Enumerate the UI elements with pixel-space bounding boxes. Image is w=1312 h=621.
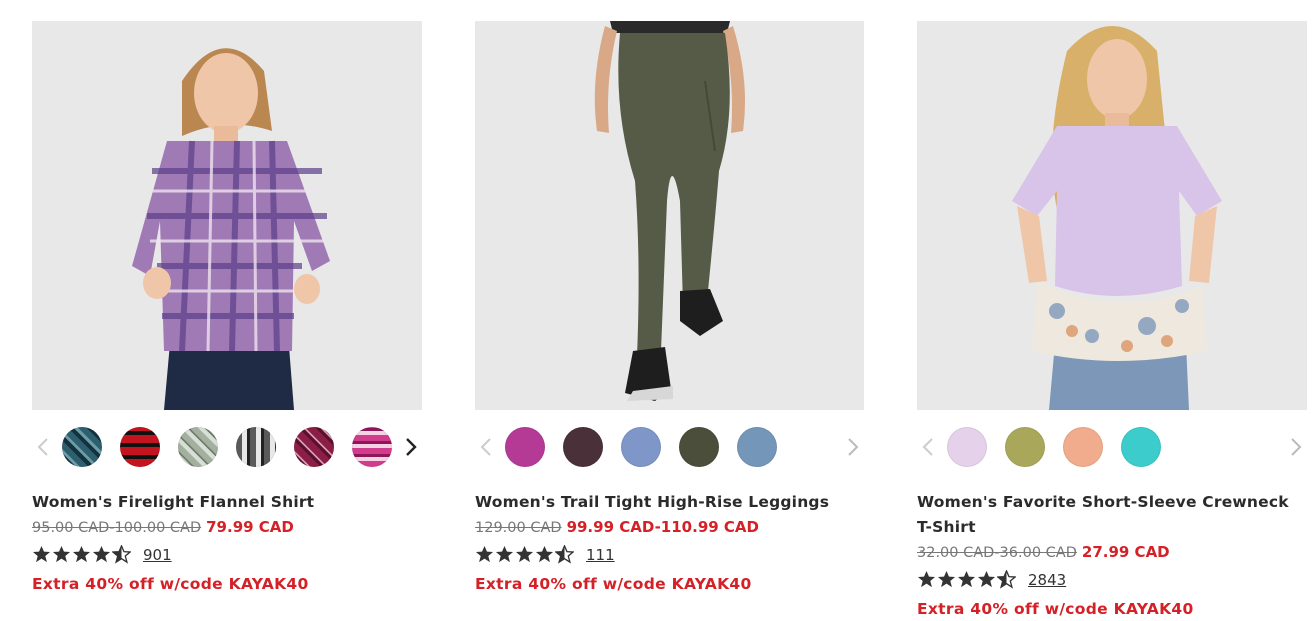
sale-price: 99.99 CAD-110.99 CAD: [566, 518, 759, 536]
review-count-link[interactable]: 111: [586, 546, 615, 564]
sale-price: 79.99 CAD: [206, 518, 294, 536]
chevron-right-icon: [848, 438, 859, 456]
product-image[interactable]: [917, 21, 1307, 410]
swatch-next-button[interactable]: [400, 434, 422, 460]
review-count-link[interactable]: 901: [143, 546, 172, 564]
product-image[interactable]: [32, 21, 422, 410]
chevron-left-icon: [480, 438, 491, 456]
original-price: 129.00 CAD: [475, 520, 562, 536]
star-rating: [917, 570, 1016, 589]
price-line: 95.00 CAD-100.00 CAD 79.99 CAD: [32, 515, 422, 541]
star-half-icon: [997, 570, 1016, 589]
swatch-list: [505, 427, 777, 467]
product-name-link[interactable]: Women's Favorite Short-Sleeve Crewneck T…: [917, 490, 1307, 540]
price-line: 129.00 CAD 99.99 CAD-110.99 CAD: [475, 515, 864, 541]
product-info: Women's Favorite Short-Sleeve Crewneck T…: [917, 484, 1307, 619]
swatch-prev-button[interactable]: [917, 434, 939, 460]
color-swatch[interactable]: [120, 427, 160, 467]
swatch-list: [947, 427, 1161, 467]
color-swatch-carousel: [475, 410, 864, 484]
product-card: Women's Trail Tight High-Rise Leggings 1…: [475, 21, 864, 594]
color-swatch[interactable]: [62, 427, 102, 467]
rating: 901: [32, 541, 422, 568]
swatch-prev-button[interactable]: [475, 434, 497, 460]
product-name-link[interactable]: Women's Firelight Flannel Shirt: [32, 490, 422, 515]
star-half-icon: [555, 545, 574, 564]
color-swatch[interactable]: [947, 427, 987, 467]
star-full-icon: [92, 545, 111, 563]
color-swatch[interactable]: [1063, 427, 1103, 467]
color-swatch[interactable]: [563, 427, 603, 467]
star-full-icon: [32, 545, 51, 563]
star-half-icon: [112, 545, 131, 564]
star-full-icon: [535, 545, 554, 563]
color-swatch[interactable]: [352, 427, 392, 467]
review-count-link[interactable]: 2843: [1028, 571, 1066, 589]
swatch-next-button[interactable]: [1285, 434, 1307, 460]
star-full-icon: [475, 545, 494, 563]
color-swatch[interactable]: [178, 427, 218, 467]
promo-code-text: Extra 40% off w/code KAYAK40: [32, 575, 309, 593]
chevron-left-icon: [37, 438, 48, 456]
chevron-left-icon: [922, 438, 933, 456]
rating: 2843: [917, 566, 1307, 593]
color-swatch[interactable]: [505, 427, 545, 467]
color-swatch[interactable]: [236, 427, 276, 467]
swatch-list: [62, 427, 392, 467]
leggings-photo: [475, 21, 864, 410]
chevron-right-icon: [1291, 438, 1302, 456]
original-price: 95.00 CAD-100.00 CAD: [32, 520, 202, 536]
chevron-right-icon: [406, 438, 417, 456]
star-full-icon: [977, 570, 996, 588]
product-image[interactable]: [475, 21, 864, 410]
promo-code-text: Extra 40% off w/code KAYAK40: [917, 600, 1194, 618]
star-full-icon: [957, 570, 976, 588]
color-swatch[interactable]: [737, 427, 777, 467]
swatch-prev-button[interactable]: [32, 434, 54, 460]
product-info: Women's Firelight Flannel Shirt 95.00 CA…: [32, 484, 422, 594]
tshirt-photo: [917, 21, 1307, 410]
color-swatch-carousel: [32, 410, 422, 484]
color-swatch[interactable]: [679, 427, 719, 467]
star-rating: [475, 545, 574, 564]
star-full-icon: [495, 545, 514, 563]
color-swatch[interactable]: [1121, 427, 1161, 467]
star-full-icon: [52, 545, 71, 563]
color-swatch[interactable]: [1005, 427, 1045, 467]
color-swatch-carousel: [917, 410, 1307, 484]
color-swatch[interactable]: [294, 427, 334, 467]
swatch-next-button[interactable]: [842, 434, 864, 460]
rating: 111: [475, 541, 864, 568]
product-card: Women's Firelight Flannel Shirt 95.00 CA…: [32, 21, 422, 594]
original-price: 32.00 CAD-36.00 CAD: [917, 545, 1077, 561]
color-swatch[interactable]: [621, 427, 661, 467]
flannel-shirt-photo: [32, 21, 422, 410]
star-full-icon: [72, 545, 91, 563]
product-name-link[interactable]: Women's Trail Tight High-Rise Leggings: [475, 490, 864, 515]
star-rating: [32, 545, 131, 564]
star-full-icon: [937, 570, 956, 588]
price-line: 32.00 CAD-36.00 CAD 27.99 CAD: [917, 540, 1307, 566]
product-card: Women's Favorite Short-Sleeve Crewneck T…: [917, 21, 1307, 619]
star-full-icon: [515, 545, 534, 563]
product-info: Women's Trail Tight High-Rise Leggings 1…: [475, 484, 864, 594]
promo-code-text: Extra 40% off w/code KAYAK40: [475, 575, 752, 593]
sale-price: 27.99 CAD: [1081, 543, 1170, 561]
star-full-icon: [917, 570, 936, 588]
